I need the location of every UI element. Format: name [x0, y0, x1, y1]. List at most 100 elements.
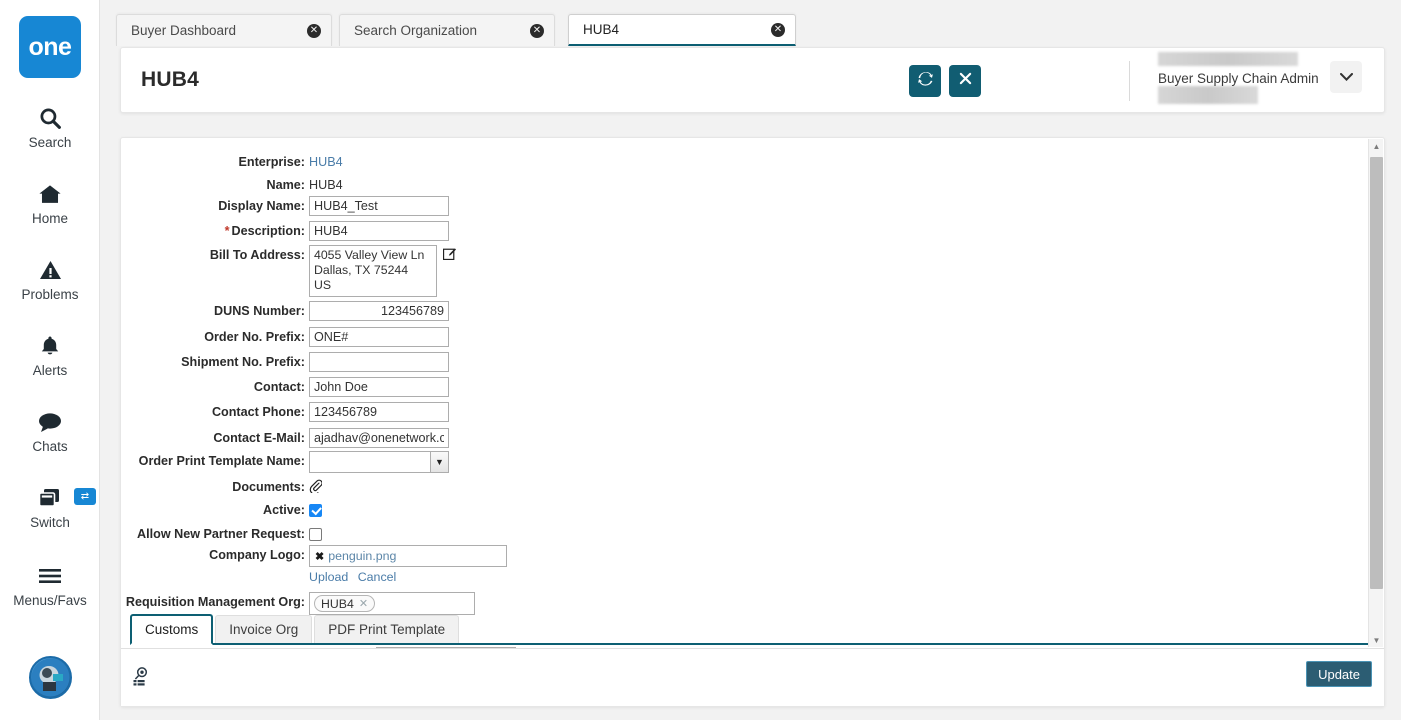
label-text: Requisition Management Org	[125, 595, 301, 609]
label-text: Enterprise	[238, 155, 301, 169]
shipment-no-prefix-input[interactable]	[309, 352, 449, 372]
brand-logo[interactable]: one	[19, 16, 81, 78]
cancel-link[interactable]: Cancel	[358, 570, 397, 584]
active-checkbox[interactable]	[309, 504, 322, 517]
swap-arrows-icon[interactable]: ⇄	[74, 488, 96, 505]
close-icon[interactable]: ✕	[307, 23, 321, 38]
chip-remove-icon[interactable]: ✕	[359, 597, 368, 610]
close-button[interactable]	[949, 65, 981, 97]
refresh-icon	[917, 71, 933, 91]
close-icon[interactable]: ✕	[771, 22, 785, 37]
user-menu-button[interactable]	[1330, 61, 1362, 93]
caret-down-icon[interactable]: ▼	[1369, 633, 1384, 647]
label-text: Allow New Partner Request	[137, 527, 301, 541]
chevron-down-icon: ▼	[430, 452, 448, 472]
form-vertical-scrollbar[interactable]: ▲ ▼	[1368, 139, 1383, 647]
field-label-documents: Documents:	[232, 480, 305, 494]
tab-label: Customs	[145, 622, 199, 637]
label-text: Shipment No. Prefix	[181, 355, 301, 369]
rail-item-switch[interactable]: Switch ⇄	[0, 482, 100, 530]
tab-pdf-print-template[interactable]: PDF Print Template	[314, 615, 460, 643]
contact-email-input[interactable]	[309, 428, 449, 448]
redacted-bar-bottom	[1158, 86, 1258, 104]
allow-new-partner-request-checkbox[interactable]	[309, 528, 322, 541]
refresh-button[interactable]	[909, 65, 941, 97]
company-logo-filename: penguin.png	[328, 549, 397, 563]
order-print-template-select[interactable]: ▼	[309, 451, 449, 473]
requisition-management-org-chipbox[interactable]: HUB4 ✕	[309, 592, 475, 615]
browser-tab-search-organization[interactable]: Search Organization ✕	[339, 14, 555, 46]
rail-label-home: Home	[31, 211, 68, 226]
caret-up-icon[interactable]: ▲	[1369, 139, 1384, 153]
field-label-order-print-template: Order Print Template Name:	[138, 454, 305, 468]
browser-tab-label: Buyer Dashboard	[131, 23, 237, 38]
edit-pencil-icon[interactable]	[442, 245, 456, 265]
rail-item-menus-favs[interactable]: Menus/Favs	[0, 560, 100, 608]
contact-input[interactable]	[309, 377, 449, 397]
hamburger-icon	[0, 560, 100, 592]
rail-item-alerts[interactable]: Alerts	[0, 330, 100, 378]
remove-x-icon[interactable]: ✖	[315, 550, 324, 563]
bill-to-address-textarea[interactable]: 4055 Valley View Ln Dallas, TX 75244 US	[309, 245, 437, 297]
label-text: DUNS Number	[214, 304, 301, 318]
browser-tab-strip: Buyer Dashboard ✕ Search Organization ✕ …	[110, 14, 1401, 47]
avatar[interactable]	[29, 656, 72, 699]
field-label-company-logo: Company Logo:	[209, 548, 305, 562]
bell-icon	[0, 330, 100, 362]
content-tab-bar: Customs Invoice Org PDF Print Template	[130, 614, 1369, 645]
label-text: Bill To Address	[209, 248, 301, 262]
field-value-enterprise[interactable]: HUB4	[309, 152, 343, 169]
label-text: Contact Phone	[211, 405, 301, 419]
upload-link[interactable]: Upload	[309, 570, 348, 584]
browser-tab-label: HUB4	[583, 22, 620, 37]
tab-invoice-org[interactable]: Invoice Org	[215, 615, 313, 643]
label-text: Contact E-Mail	[213, 431, 301, 445]
browser-tab-buyer-dashboard[interactable]: Buyer Dashboard ✕	[116, 14, 332, 46]
contact-phone-input[interactable]	[309, 402, 449, 422]
company-logo-file-box[interactable]: ✖ penguin.png	[309, 545, 507, 567]
rail-item-home[interactable]: Home	[0, 178, 100, 226]
label-text: Display Name	[218, 199, 301, 213]
field-label-duns-number: DUNS Number:	[214, 304, 305, 318]
search-icon	[0, 102, 100, 134]
field-label-shipment-no-prefix: Shipment No. Prefix:	[181, 355, 305, 369]
rail-item-problems[interactable]: Problems	[0, 254, 100, 302]
chip-hub4[interactable]: HUB4 ✕	[314, 595, 376, 612]
close-icon[interactable]: ✕	[530, 23, 544, 38]
field-label-contact: Contact:	[253, 380, 305, 394]
field-label-enterprise: Enterprise:	[238, 155, 306, 169]
display-name-input[interactable]	[309, 196, 449, 216]
order-no-prefix-input[interactable]	[309, 327, 449, 347]
chat-bubble-icon	[0, 406, 100, 438]
user-role-label: Buyer Supply Chain Admin	[1158, 71, 1319, 86]
field-label-contact-phone: Contact Phone:	[211, 405, 305, 419]
tab-label: PDF Print Template	[328, 622, 446, 637]
chevron-down-icon	[1339, 68, 1353, 86]
field-label-name: Name:	[266, 178, 305, 192]
update-button[interactable]: Update	[1306, 661, 1372, 687]
tab-label: Invoice Org	[229, 622, 299, 637]
form-footer-bar: Update	[121, 648, 1384, 706]
label-text: Order No. Prefix	[204, 330, 301, 344]
field-label-bill-to-address: Bill To Address:	[209, 248, 305, 262]
browser-tab-hub4[interactable]: HUB4 ✕	[568, 14, 796, 46]
description-input[interactable]	[309, 221, 449, 241]
page-title: HUB4	[141, 68, 199, 91]
scrollbar-thumb[interactable]	[1370, 157, 1383, 589]
field-label-description: * Description:	[224, 224, 305, 238]
paperclip-icon[interactable]	[309, 477, 323, 498]
label-text: Description	[231, 224, 301, 238]
header-divider	[1129, 61, 1130, 101]
duns-number-input[interactable]	[309, 301, 449, 321]
form-scroll-region: Enterprise: HUB4 Name: HUB4 Display Name…	[121, 138, 1369, 646]
detail-list-icon[interactable]	[133, 667, 150, 692]
field-label-allow-new-partner-request: Allow New Partner Request:	[137, 527, 305, 541]
rail-label-menus-favs: Menus/Favs	[13, 593, 87, 608]
close-x-icon	[959, 72, 972, 90]
rail-item-chats[interactable]: Chats	[0, 406, 100, 454]
tab-customs[interactable]: Customs	[130, 614, 214, 645]
rail-item-search[interactable]: Search	[0, 102, 100, 150]
label-text: Contact	[253, 380, 301, 394]
browser-tab-label: Search Organization	[354, 23, 478, 38]
required-asterisk: *	[224, 224, 230, 238]
